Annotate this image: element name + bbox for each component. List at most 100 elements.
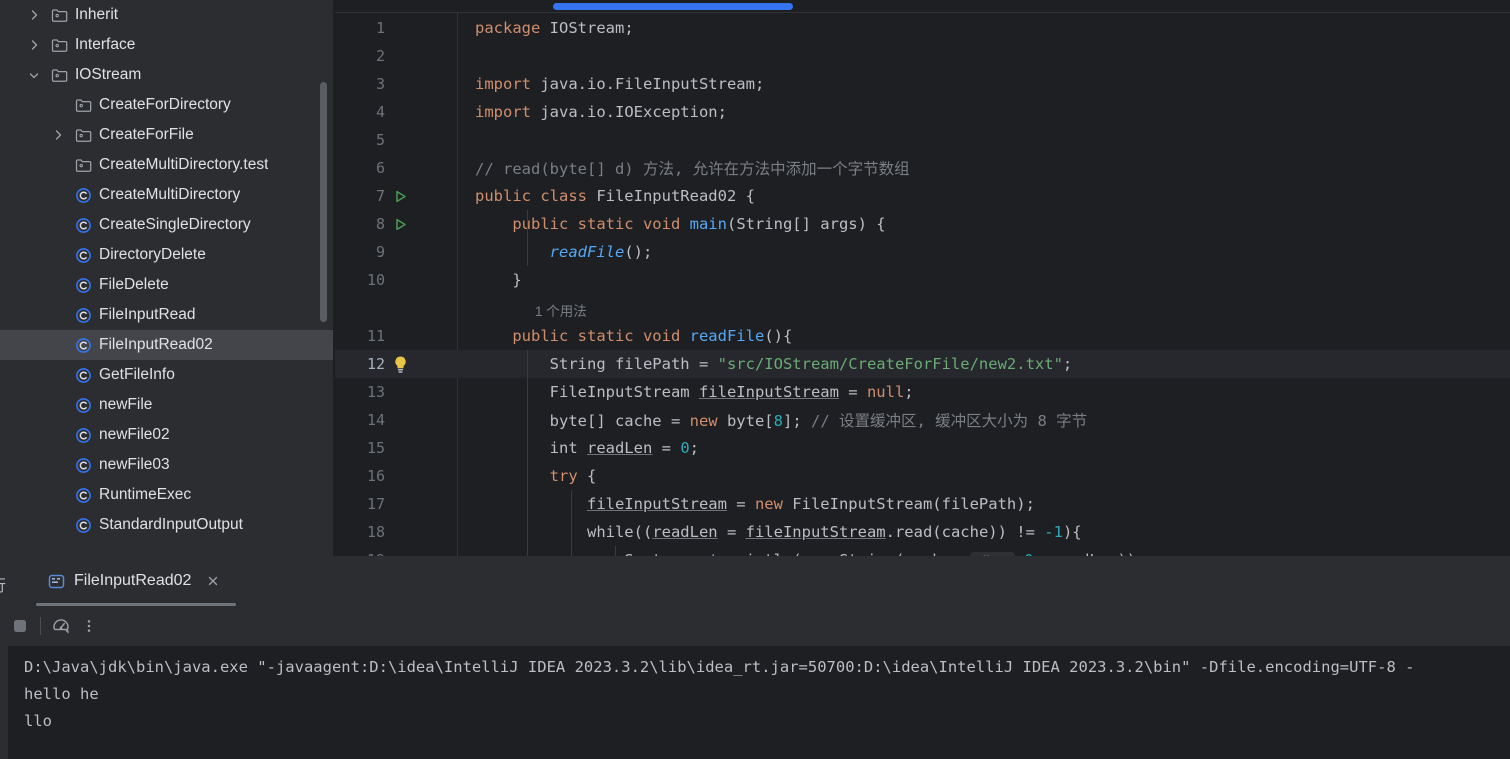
code-line-4[interactable]: 4 import java.io.IOException; (335, 98, 1510, 126)
tree-item-fileinputread[interactable]: FileInputRead (0, 300, 333, 330)
run-tab-fileinputread02[interactable]: FileInputRead02 (36, 556, 232, 606)
code-line-text: import java.io.IOException; (475, 103, 727, 121)
toolbar-separator (40, 617, 41, 635)
more-options-button[interactable] (75, 612, 103, 640)
line-number: 2 (375, 47, 385, 65)
run-gutter-icon[interactable] (389, 213, 411, 235)
tree-arrow-placeholder (50, 277, 66, 293)
class-icon (74, 456, 92, 474)
line-number: 12 (366, 355, 385, 373)
tree-arrow-placeholder (50, 367, 66, 383)
tree-item-label: newFile (99, 396, 153, 413)
class-icon (74, 186, 92, 204)
tree-item-createmultidirectory-test[interactable]: CreateMultiDirectory.test (0, 150, 333, 180)
code-line-19[interactable]: 19 System.out.println(new String(cache, … (335, 546, 1510, 556)
line-number: 13 (366, 383, 385, 401)
code-line-8[interactable]: 8 public static void main(String[] args)… (335, 210, 1510, 238)
indent-guide (527, 350, 528, 556)
tree-arrow-placeholder (50, 217, 66, 233)
tree-item-runtimeexec[interactable]: RuntimeExec (0, 480, 333, 510)
line-number: 4 (375, 103, 385, 121)
line-number: 3 (375, 75, 385, 93)
class-icon (74, 486, 92, 504)
code-line-16[interactable]: 16 try { (335, 462, 1510, 490)
tree-item-label: GetFileInfo (99, 366, 175, 383)
tree-item-interface[interactable]: Interface (0, 30, 333, 60)
chevron-right-icon[interactable] (26, 37, 42, 53)
line-number: 9 (375, 243, 385, 261)
tree-arrow-placeholder (50, 457, 66, 473)
code-line-9[interactable]: 9 readFile(); (335, 238, 1510, 266)
chevron-right-icon[interactable] (50, 127, 66, 143)
tree-item-label: DirectoryDelete (99, 246, 206, 263)
tree-item-createsingledirectory[interactable]: CreateSingleDirectory (0, 210, 333, 240)
close-icon[interactable] (206, 574, 220, 588)
tree-item-label: newFile03 (99, 456, 170, 473)
code-line-text: try { (549, 467, 597, 485)
code-line-text: while((readLen = fileInputStream.read(ca… (475, 523, 1082, 541)
code-line-14[interactable]: 14 byte[] cache = new byte[8]; // 设置缓冲区,… (335, 406, 1510, 434)
class-icon (74, 306, 92, 324)
indent-guide (527, 210, 528, 266)
code-line-text: public static void main(String[] args) { (475, 215, 886, 233)
code-line-13[interactable]: 13 FileInputStream fileInputStream = nul… (335, 378, 1510, 406)
tree-item-createmultidirectory[interactable]: CreateMultiDirectory (0, 180, 333, 210)
profiler-button[interactable] (47, 612, 75, 640)
tree-item-label: CreateMultiDirectory.test (99, 156, 269, 173)
tree-arrow-placeholder (50, 487, 66, 503)
code-line-18[interactable]: 18 while((readLen = fileInputStream.read… (335, 518, 1510, 546)
code-line-11[interactable]: 11 public static void readFile(){ (335, 322, 1510, 350)
indent-guide (615, 546, 616, 556)
chevron-right-icon[interactable] (26, 7, 42, 23)
tree-item-newfile02[interactable]: newFile02 (0, 420, 333, 450)
code-line-2[interactable]: 2 (335, 42, 1510, 70)
code-line-6[interactable]: 6 // read(byte[] d) 方法, 允许在方法中添加一个字节数组 (335, 154, 1510, 182)
chevron-down-icon[interactable] (26, 67, 42, 83)
tree-item-createfordirectory[interactable]: CreateForDirectory (0, 90, 333, 120)
tree-item-label: CreateSingleDirectory (99, 216, 251, 233)
tree-item-createforfile[interactable]: CreateForFile (0, 120, 333, 150)
run-gutter-icon[interactable] (389, 185, 411, 207)
folder-icon (74, 156, 92, 174)
run-tab-bar: 行 FileInputRead02 (0, 556, 1510, 606)
tree-item-inherit[interactable]: Inherit (0, 0, 333, 30)
console-output[interactable]: D:\Java\jdk\bin\java.exe "-javaagent:D:\… (8, 646, 1510, 759)
tree-item-getfileinfo[interactable]: GetFileInfo (0, 360, 333, 390)
code-line-17[interactable]: 17 fileInputStream = new FileInputStream… (335, 490, 1510, 518)
code-line-3[interactable]: 3 import java.io.FileInputStream; (335, 70, 1510, 98)
stop-button[interactable] (6, 612, 34, 640)
tree-item-newfile[interactable]: newFile (0, 390, 333, 420)
line-number: 16 (366, 467, 385, 485)
tree-item-newfile03[interactable]: newFile03 (0, 450, 333, 480)
tree-item-iostream[interactable]: IOStream (0, 60, 333, 90)
console-line: llo (24, 712, 52, 730)
tree-item-directorydelete[interactable]: DirectoryDelete (0, 240, 333, 270)
line-number: 11 (366, 327, 385, 345)
line-number: 6 (375, 159, 385, 177)
code-line-text: public class FileInputRead02 { (475, 187, 755, 205)
line-number: 5 (375, 131, 385, 149)
tree-item-label: Inherit (75, 6, 119, 23)
folder-icon (50, 66, 68, 84)
code-line-1[interactable]: 1 package IOStream; (335, 14, 1510, 42)
code-line-12[interactable]: 12 String filePath = "src/IOStream/Creat… (335, 350, 1510, 378)
intention-bulb-icon[interactable] (389, 353, 411, 375)
run-tool-window: 行 FileInputRead02 (0, 556, 1510, 759)
code-editor-panel[interactable]: 1 package IOStream; 2 3 import java.io.FileI… (335, 0, 1510, 556)
code-line-text: FileInputStream fileInputStream = null; (475, 383, 914, 401)
tree-item-filedelete[interactable]: FileDelete (0, 270, 333, 300)
usage-count-hint[interactable]: 1 个用法 (535, 298, 587, 322)
tree-item-label: RuntimeExec (99, 486, 192, 503)
editor-horizontal-scrollbar[interactable] (553, 3, 793, 10)
tree-vertical-scrollbar[interactable] (320, 82, 327, 322)
class-icon (74, 216, 92, 234)
tree-item-standardinputoutput[interactable]: StandardInputOutput (0, 510, 333, 540)
class-icon (74, 366, 92, 384)
project-tree-panel[interactable]: Inherit Interface IOStream CreateForDirecto… (0, 0, 333, 556)
code-line-5[interactable]: 5 (335, 126, 1510, 154)
tree-item-fileinputread02[interactable]: FileInputRead02 (0, 330, 333, 360)
tree-item-label: FileInputRead02 (99, 336, 213, 353)
code-line-10[interactable]: 10 } (335, 266, 1510, 294)
code-line-7[interactable]: 7 public class FileInputRead02 { (335, 182, 1510, 210)
code-line-15[interactable]: 15 int readLen = 0; (335, 434, 1510, 462)
